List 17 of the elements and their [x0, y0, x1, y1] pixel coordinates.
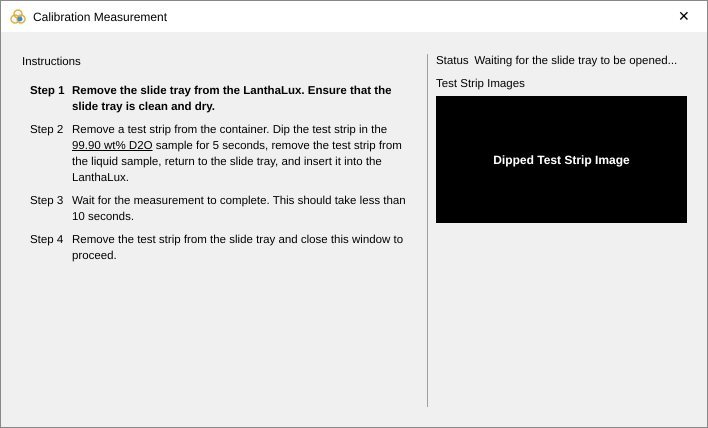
section-title: Test Strip Images: [436, 77, 526, 92]
window-title: Calibration Measurement: [33, 8, 168, 26]
status-text: Waiting for the slide tray to be opened...: [474, 54, 678, 69]
placeholder-text: Dipped Test Strip Image: [493, 152, 630, 169]
step-label: Step 3: [30, 194, 64, 209]
step-text: Remove a test strip from the container. Dip the test strip in the 99.90 wt% D2O sample for 5 seconds, remove the test strip from the liquid sample, return to the slide tray, and insert it into the LanthaLux.: [72, 122, 403, 186]
step-label: Step 1: [30, 84, 66, 99]
status-label: Status: [436, 54, 469, 69]
app-icon: [10, 8, 26, 24]
step-text: Remove the slide tray from the LanthaLux. Ensure that the slide tray is clean and dry.: [72, 84, 393, 115]
link[interactable]: 99.90 wt% D2O: [72, 140, 153, 152]
step-label: Step 2: [30, 122, 64, 138]
step-label: Step 4: [30, 232, 64, 248]
step-text: Wait for the measurement to complete. This should take less than 10 seconds.: [72, 194, 407, 225]
step-text: Remove the test strip from the slide tray and close this window to proceed.: [72, 232, 404, 264]
close-button[interactable]: ✕: [661, 1, 707, 32]
section-title: Instructions: [22, 55, 82, 70]
